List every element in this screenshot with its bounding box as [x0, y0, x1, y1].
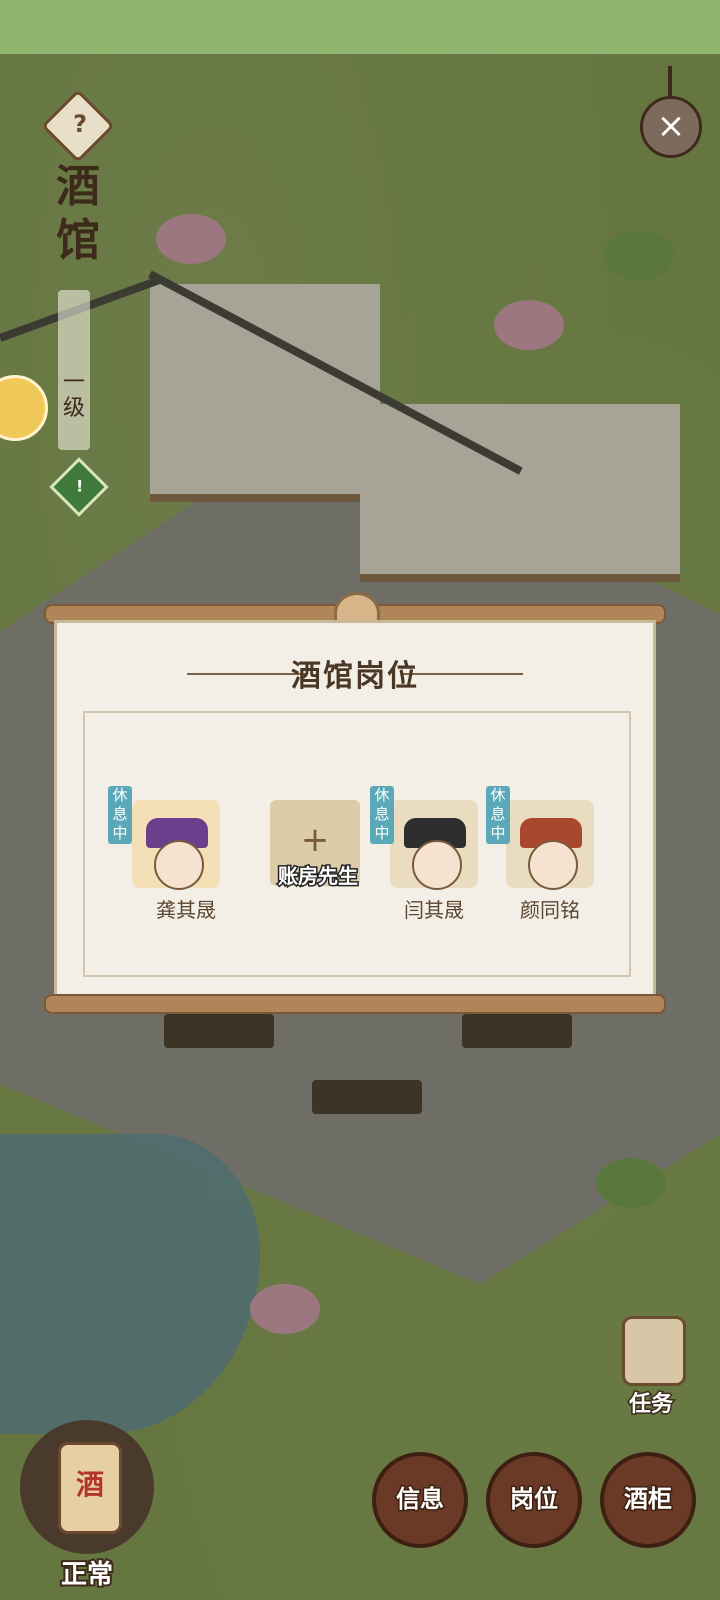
staff-avatar	[154, 840, 204, 890]
staff-avatar	[412, 840, 462, 890]
staff-slot-2[interactable]	[390, 800, 478, 890]
positions-button[interactable]: 岗位	[486, 1452, 582, 1548]
wine-jar-icon: 酒	[58, 1442, 122, 1534]
add-slot-label: 账房先生	[277, 863, 360, 890]
scroll-bottom-rod	[44, 994, 666, 1014]
task-label: 任务	[627, 1391, 674, 1419]
status-badge: 休息中	[108, 786, 132, 844]
staff-slot-1[interactable]	[132, 800, 220, 890]
task-button[interactable]: 任务	[616, 1316, 686, 1426]
status-label: 正常	[59, 1558, 115, 1592]
wine-cabinet-button[interactable]: 酒柜	[600, 1452, 696, 1548]
modal-title: 酒馆岗位	[291, 659, 419, 694]
page-title: 酒 馆	[56, 161, 100, 266]
staff-name: 颜同铭	[520, 898, 580, 922]
level-label: 一级	[62, 370, 85, 421]
close-button[interactable]: ×	[640, 96, 702, 158]
scroll-icon	[622, 1316, 686, 1386]
status-badge: 休息中	[486, 786, 510, 844]
lantern-string	[668, 66, 672, 100]
plus-icon: +	[300, 820, 330, 860]
tavern-status-button[interactable]: 酒 正常	[20, 1420, 154, 1592]
staff-slot-3[interactable]	[506, 800, 594, 890]
info-button[interactable]: 信息	[372, 1452, 468, 1548]
staff-name: 闫其晟	[404, 898, 464, 922]
staff-avatar	[528, 840, 578, 890]
status-badge: 休息中	[370, 786, 394, 844]
alert-icon: !	[76, 476, 84, 496]
staff-name: 龚其晟	[156, 898, 216, 922]
top-status-bar	[0, 0, 720, 54]
help-icon: ?	[73, 109, 88, 138]
